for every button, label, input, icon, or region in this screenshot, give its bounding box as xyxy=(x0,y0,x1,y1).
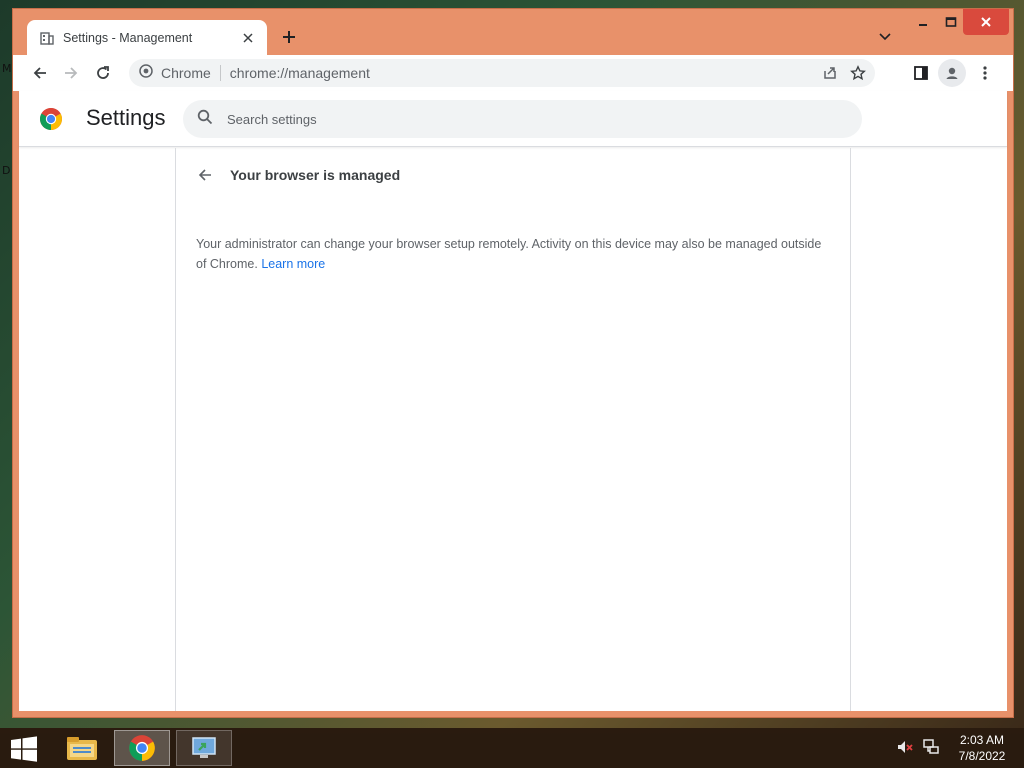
clock-time: 2:03 AM xyxy=(959,733,1005,747)
side-panel-button[interactable] xyxy=(907,59,935,87)
chrome-logo-icon xyxy=(39,107,63,131)
browser-window: Settings - Management Chrome chrome://ma… xyxy=(12,8,1014,718)
search-icon xyxy=(197,109,213,130)
maximize-button[interactable] xyxy=(936,9,966,35)
tab-title: Settings - Management xyxy=(63,30,193,45)
tab-management[interactable]: Settings - Management xyxy=(27,20,267,55)
close-window-button[interactable] xyxy=(963,9,1009,35)
settings-search-input[interactable] xyxy=(227,111,827,127)
speaker-muted-icon[interactable] xyxy=(896,738,914,761)
tab-strip: Settings - Management xyxy=(13,9,1013,55)
chrome-site-icon xyxy=(139,63,153,83)
page-header: Your browser is managed xyxy=(194,164,400,186)
settings-page: Settings Your browser is managed Your ad… xyxy=(19,91,1007,711)
reload-button[interactable] xyxy=(89,59,117,87)
management-card: Your browser is managed Your administrat… xyxy=(175,148,851,711)
kebab-menu-icon[interactable] xyxy=(971,59,999,87)
share-icon[interactable] xyxy=(819,63,841,83)
omnibox-site-name: Chrome xyxy=(161,65,211,81)
system-tray xyxy=(896,738,940,761)
page-title: Your browser is managed xyxy=(230,167,401,183)
desktop-icon-label-d: D xyxy=(2,164,11,177)
chrome-taskbar-icon[interactable] xyxy=(114,730,170,766)
taskbar-clock[interactable]: 2:03 AM 7/8/2022 xyxy=(952,732,1012,764)
tab-search-chevron-icon[interactable] xyxy=(875,27,895,47)
desktop-icon-label-m: M xyxy=(2,62,12,75)
file-explorer-taskbar-icon[interactable] xyxy=(54,730,110,766)
building-icon xyxy=(39,30,55,46)
settings-search-box[interactable] xyxy=(183,100,862,138)
bookmark-star-icon[interactable] xyxy=(847,63,869,83)
management-description: Your administrator can change your brows… xyxy=(196,234,826,274)
learn-more-link[interactable]: Learn more xyxy=(261,257,325,271)
taskbar: 2:03 AM 7/8/2022 xyxy=(0,728,1024,768)
close-tab-icon[interactable] xyxy=(239,29,257,47)
settings-header: Settings xyxy=(19,91,1007,147)
browser-toolbar: Chrome chrome://management xyxy=(13,55,1013,91)
forward-button[interactable] xyxy=(57,59,85,87)
clock-date: 7/8/2022 xyxy=(958,749,1006,763)
back-button[interactable] xyxy=(26,59,54,87)
remote-desktop-taskbar-icon[interactable] xyxy=(176,730,232,766)
start-button[interactable] xyxy=(6,734,42,764)
profile-avatar[interactable] xyxy=(938,59,966,87)
network-icon[interactable] xyxy=(922,738,940,761)
omnibox-separator xyxy=(219,65,221,81)
settings-title: Settings xyxy=(86,105,166,130)
new-tab-button[interactable] xyxy=(277,25,301,49)
omnibox[interactable]: Chrome chrome://management xyxy=(129,59,875,87)
omnibox-url[interactable]: chrome://management xyxy=(230,65,370,81)
back-arrow-icon[interactable] xyxy=(194,164,216,186)
minimize-button[interactable] xyxy=(908,9,938,35)
